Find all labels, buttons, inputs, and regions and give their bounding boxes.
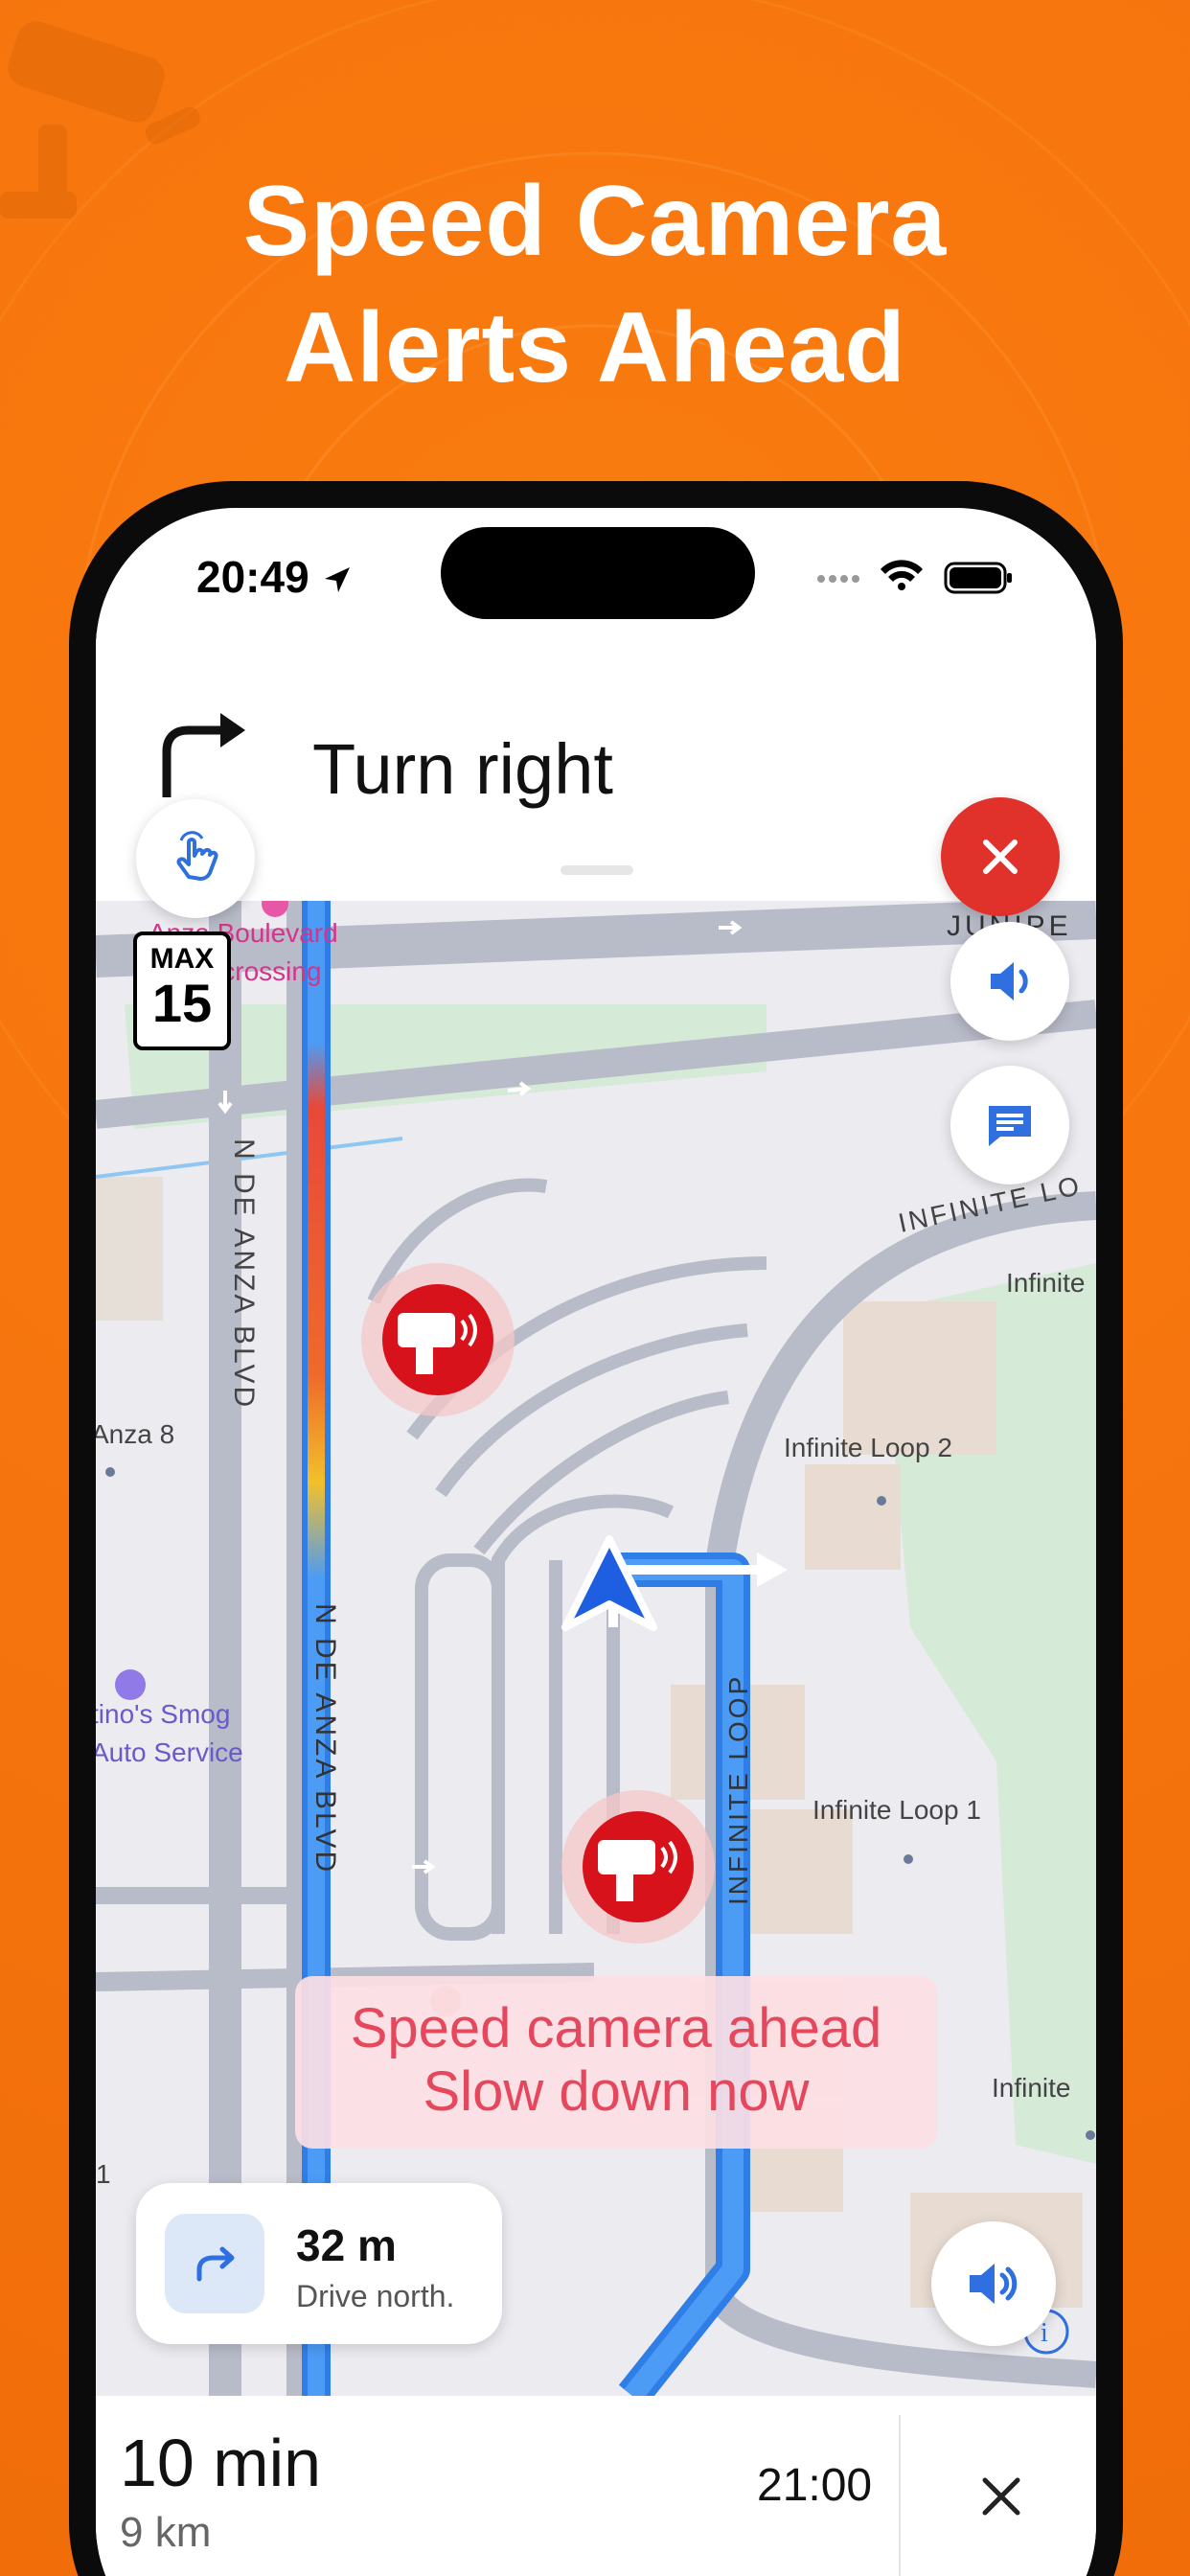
next-maneuver-distance: 32 m bbox=[296, 2220, 397, 2270]
speed-limit-sign: MAX 15 bbox=[133, 932, 231, 1050]
status-bar: 20:49 bbox=[96, 508, 1096, 632]
speed-camera-icon[interactable] bbox=[361, 1263, 515, 1416]
poi-pin[interactable] bbox=[262, 899, 288, 917]
turn-arrowhead bbox=[757, 1552, 788, 1587]
close-icon bbox=[983, 840, 1018, 874]
sheet-grabber[interactable] bbox=[561, 865, 633, 875]
hand-tap-icon bbox=[176, 831, 218, 881]
dynamic-island bbox=[441, 527, 755, 619]
end-navigation-button[interactable] bbox=[941, 797, 1060, 916]
map-label: Auto Service bbox=[96, 1737, 243, 1767]
recenter-gesture-button[interactable] bbox=[136, 799, 255, 918]
maneuver-instruction: Turn right bbox=[312, 729, 613, 809]
building bbox=[805, 1464, 901, 1570]
speed-camera-icon[interactable] bbox=[561, 1790, 715, 1944]
phone-screen: Anza Boulevard Undercrossing JUNIPE INFI… bbox=[96, 508, 1096, 2576]
battery-icon bbox=[944, 562, 1012, 594]
map-label: Infinite Loop 1 bbox=[812, 1795, 981, 1825]
alert-line2: Slow down now bbox=[423, 2060, 810, 2123]
headline-line1: Speed Camera bbox=[242, 166, 948, 277]
next-maneuver-card[interactable]: 32 m Drive north. bbox=[136, 2183, 502, 2344]
building bbox=[96, 1177, 163, 1321]
map-label: Infinite bbox=[1006, 1268, 1086, 1298]
status-icons bbox=[813, 556, 1015, 599]
map-view[interactable]: Anza Boulevard Undercrossing JUNIPE INFI… bbox=[96, 899, 1096, 2396]
next-turn-icon bbox=[165, 2214, 264, 2313]
speed-limit-value: 15 bbox=[151, 973, 213, 1033]
status-time: 20:49 bbox=[196, 551, 354, 603]
map-label: INFINITE LOOP bbox=[723, 1674, 753, 1905]
headline: Speed Camera Alerts Ahead bbox=[0, 158, 1190, 411]
speed-limit-label: MAX bbox=[149, 943, 215, 975]
alert-line1: Speed camera ahead bbox=[350, 1997, 882, 2059]
wifi-icon bbox=[881, 560, 923, 590]
traffic-segment bbox=[308, 1043, 325, 1579]
status-time-text: 20:49 bbox=[196, 552, 309, 602]
speaker-icon bbox=[970, 2264, 1018, 2304]
voice-guidance-button[interactable] bbox=[950, 922, 1069, 1041]
map-label: 1 bbox=[96, 2159, 111, 2189]
building bbox=[843, 1301, 996, 1455]
trip-distance: 9 km bbox=[120, 2509, 212, 2556]
map-label: tino's Smog bbox=[96, 1699, 230, 1729]
mute-voice-button[interactable] bbox=[931, 2221, 1056, 2346]
location-arrow-icon bbox=[325, 567, 351, 592]
turn-right-arrow-icon bbox=[162, 713, 245, 797]
signal-dots-icon bbox=[817, 575, 859, 583]
poi-car-icon[interactable] bbox=[115, 1669, 146, 1700]
speed-camera-alert: Speed camera ahead Slow down now bbox=[295, 1976, 937, 2149]
divider bbox=[899, 2415, 901, 2576]
speaker-icon bbox=[991, 962, 1028, 1000]
next-maneuver-instruction: Drive north. bbox=[296, 2279, 455, 2313]
map-label: N DE ANZA BLVD bbox=[228, 1138, 260, 1410]
map-label: Infinite bbox=[992, 2073, 1071, 2103]
map-label: Infinite Loop 2 bbox=[784, 1433, 952, 1462]
map-label: N DE ANZA BLVD bbox=[309, 1603, 341, 1874]
headline-line2: Alerts Ahead bbox=[284, 292, 906, 403]
trip-duration: 10 min bbox=[120, 2426, 322, 2500]
close-icon[interactable] bbox=[958, 2453, 1044, 2540]
chat-message-icon bbox=[989, 1106, 1031, 1146]
report-message-button[interactable] bbox=[950, 1066, 1069, 1184]
map-label: Anza 8 bbox=[96, 1419, 174, 1449]
arrival-time: 21:00 bbox=[757, 2460, 873, 2511]
map-canvas[interactable]: Anza Boulevard Undercrossing JUNIPE INFI… bbox=[96, 899, 1096, 2396]
